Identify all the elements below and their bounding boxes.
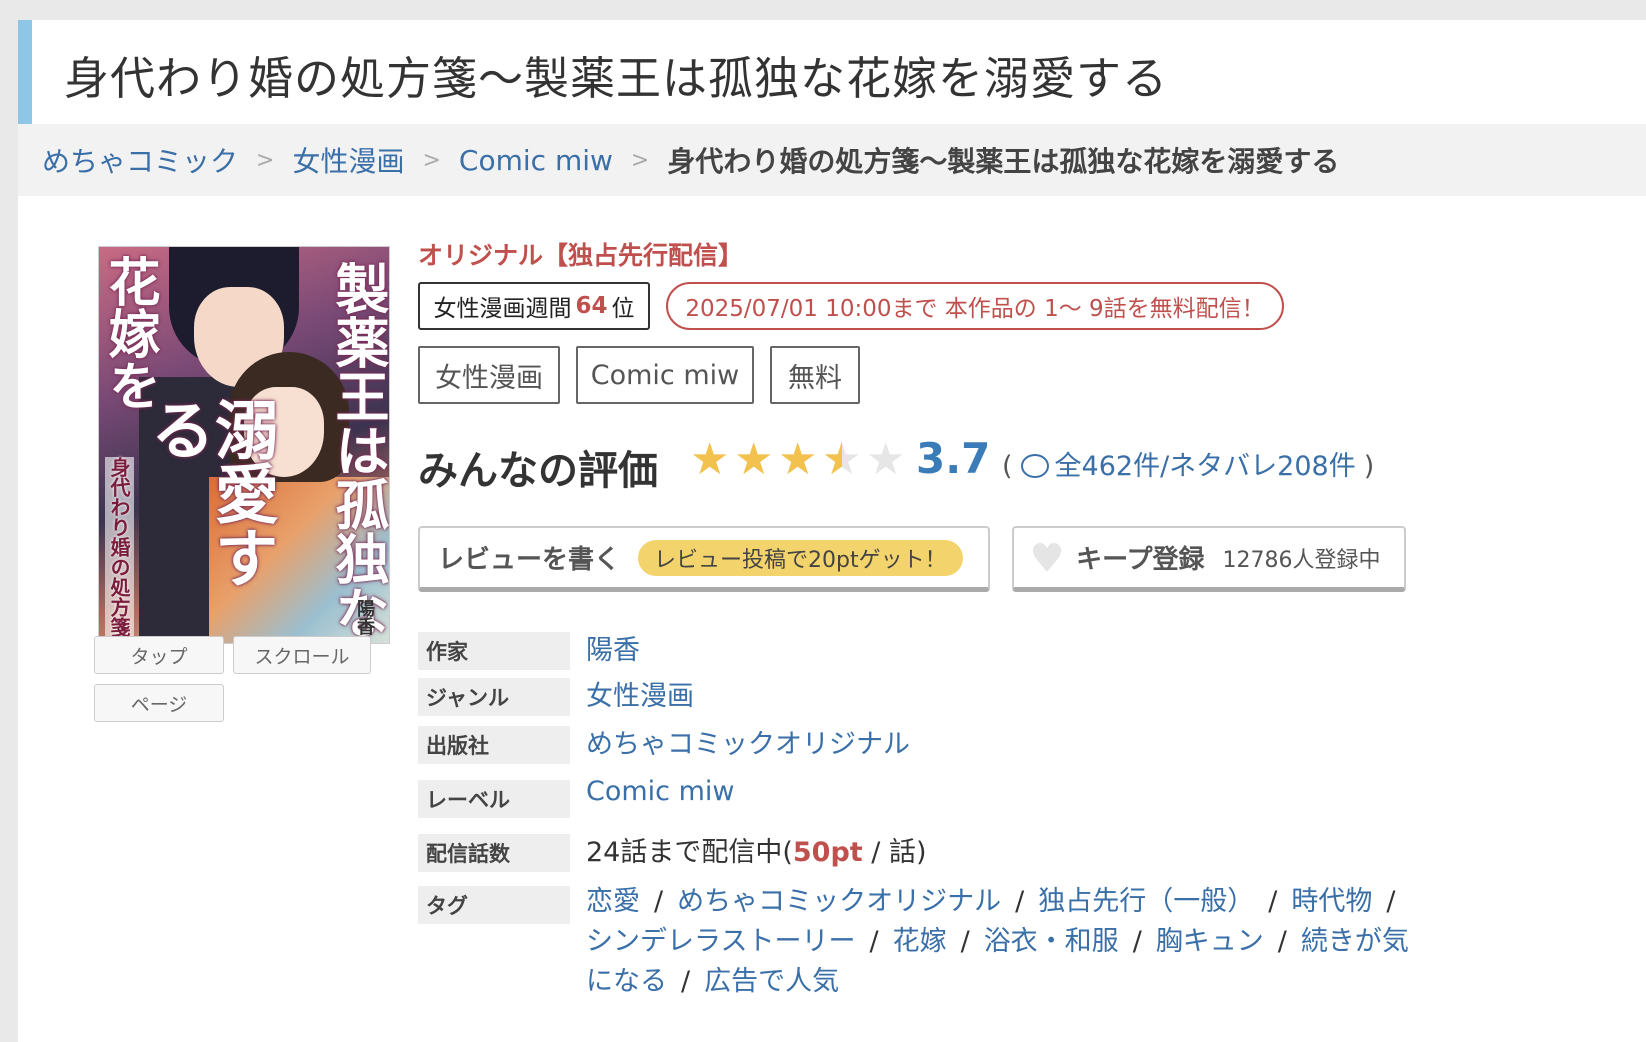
tag-button-genre[interactable]: 女性漫画 [418, 346, 560, 404]
keep-label: キープ登録 [1076, 545, 1205, 575]
breadcrumb-current: 身代わり婚の処方箋〜製薬王は孤独な花嫁を溺愛する [667, 145, 1340, 178]
star-icon: ★ [778, 434, 818, 485]
rating-stars: ★ ★ ★ ★ ★ ★ [690, 434, 910, 485]
page-title: 身代わり婚の処方箋〜製薬王は孤独な花嫁を溺愛する [64, 52, 1169, 105]
tag-separator: / [1015, 886, 1025, 917]
title-bar: 身代わり婚の処方箋〜製薬王は孤独な花嫁を溺愛する [18, 20, 1646, 124]
keep-count: 12786人登録中 [1222, 547, 1381, 573]
tag-separator: / [1386, 886, 1396, 917]
tag-separator: / [1277, 926, 1287, 957]
tag-separator: / [1268, 886, 1278, 917]
label-link[interactable]: Comic miw [586, 776, 735, 807]
tap-view-button[interactable]: タップ [94, 636, 224, 674]
original-label: オリジナル【独占先行配信】 [418, 241, 744, 270]
author-link[interactable]: 陽香 [586, 628, 640, 667]
tag-link[interactable]: めちゃコミックオリジナル [677, 886, 1001, 917]
info-label: 出版社 [418, 726, 570, 764]
tag-link[interactable]: 独占先行（一般） [1038, 886, 1254, 917]
episodes-price: 50pt [792, 837, 863, 868]
breadcrumb-separator: > [422, 147, 441, 173]
review-bonus-badge: レビュー投稿で20ptゲット！ [638, 539, 963, 576]
info-label: ジャンル [418, 678, 570, 716]
tag-separator: / [869, 926, 879, 957]
rating-score: 3.7 [916, 434, 991, 483]
review-count-open-paren: ( [1002, 451, 1013, 482]
keep-button[interactable]: ♥ キープ登録 12786人登録中 [1012, 526, 1406, 592]
cover-title-big: 溺愛する [140, 397, 279, 589]
breadcrumb-link-label[interactable]: Comic miw [459, 144, 613, 177]
publisher-link[interactable]: めちゃコミックオリジナル [586, 722, 910, 761]
write-review-label: レビューを書く [438, 545, 621, 575]
star-icon: ★ [734, 434, 774, 485]
breadcrumb-link-home[interactable]: めちゃコミック [42, 140, 238, 180]
info-label: 配信話数 [418, 834, 570, 872]
comment-bubble-icon [1020, 454, 1049, 478]
cover-title-left: 花嫁を [99, 255, 160, 411]
info-label: レーベル [418, 780, 570, 818]
heart-icon: ♥ [1030, 535, 1065, 580]
tag-link[interactable]: 時代物 [1291, 886, 1372, 917]
rating-section: みんなの評価 ★ ★ ★ ★ ★ ★ 3.7 (全462件/ネタバレ208件) [418, 432, 1418, 494]
tag-link[interactable]: 恋愛 [586, 886, 640, 917]
tag-link[interactable]: 胸キュン [1156, 926, 1264, 957]
info-label: タグ [418, 886, 570, 924]
rating-title: みんなの評価 [418, 448, 658, 494]
tag-button-label[interactable]: Comic miw [576, 346, 754, 404]
tag-separator: / [1132, 926, 1142, 957]
ranking-prefix: 女性漫画週間 [433, 296, 572, 322]
tag-link[interactable]: シンデレラストーリー [586, 926, 855, 957]
review-count-text: 全462件/ネタバレ208件 [1054, 451, 1356, 482]
ranking-suffix: 位 [611, 296, 635, 322]
star-icon: ★ ★ [822, 434, 862, 485]
info-label: 作家 [418, 632, 570, 670]
ranking-badge[interactable]: 女性漫画週間 64 位 [418, 282, 650, 330]
scroll-view-button[interactable]: スクロール [233, 636, 371, 674]
cover-author: 陽香 [354, 599, 375, 635]
review-count-close-paren: ) [1363, 451, 1375, 482]
tag-button-free[interactable]: 無料 [770, 346, 860, 404]
breadcrumb-separator: > [256, 147, 275, 173]
cover-title-main: 製薬王は孤独な [326, 261, 390, 639]
tag-link[interactable]: 花嫁 [893, 926, 947, 957]
episodes-value: 24話まで配信中(50pt / 話) [586, 830, 927, 869]
genre-link[interactable]: 女性漫画 [586, 674, 694, 713]
tag-list: 恋愛 / めちゃコミックオリジナル / 独占先行（一般） / 時代物/シンデレラストーリー /… [586, 882, 1416, 1002]
star-icon: ★ [690, 434, 730, 485]
page: 身代わり婚の処方箋〜製薬王は孤独な花嫁を溺愛する めちゃコミック > 女性漫画 … [18, 20, 1646, 1042]
ranking-number: 64 [575, 293, 608, 319]
tag-separator: / [681, 966, 691, 997]
breadcrumb: めちゃコミック > 女性漫画 > Comic miw > 身代わり婚の処方箋〜製… [18, 124, 1646, 196]
tag-separator: / [960, 926, 970, 957]
star-icon: ★ [866, 434, 906, 485]
episodes-prefix: 24話まで配信中( [586, 837, 793, 868]
breadcrumb-separator: > [630, 147, 650, 173]
write-review-button[interactable]: レビューを書く レビュー投稿で20ptゲット！ [418, 526, 990, 592]
cover-image[interactable]: 製薬王は孤独な 花嫁を 溺愛する 身代わり婚の処方箋 陽香 [98, 246, 390, 644]
episodes-suffix: / 話) [862, 837, 927, 868]
tag-separator: / [654, 886, 664, 917]
tag-link[interactable]: 広告で人気 [704, 966, 839, 997]
free-notice-badge: 2025/07/01 10:00まで 本作品の 1〜 9話を無料配信！ [666, 282, 1284, 330]
page-view-button[interactable]: ページ [94, 684, 224, 722]
star-half-fill: ★ [822, 440, 842, 480]
review-count-link[interactable]: ( 全462件/ネタバレ208件) [994, 444, 1382, 483]
breadcrumb-link-genre[interactable]: 女性漫画 [292, 140, 404, 180]
cover-subtitle: 身代わり婚の処方箋 [105, 457, 134, 637]
tag-link[interactable]: 浴衣・和服 [984, 926, 1119, 957]
